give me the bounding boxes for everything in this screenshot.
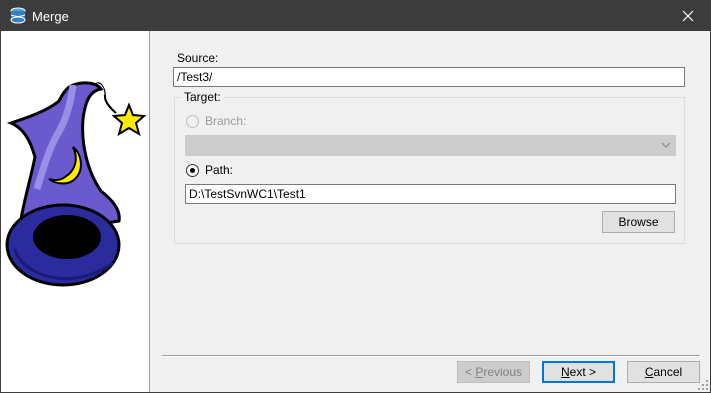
source-field[interactable]: /Test3/ [173, 67, 685, 87]
chevron-down-icon [661, 142, 671, 148]
path-label: Path: [205, 163, 234, 177]
next-button[interactable]: Next > [542, 361, 615, 383]
merge-dialog: Merge Source: /Test3/ Target: Branch: Pa… [0, 0, 711, 393]
target-legend: Target: [181, 90, 224, 104]
resize-grip-icon[interactable] [698, 380, 708, 390]
wizard-hat-icon [5, 81, 147, 287]
path-radio[interactable] [186, 164, 199, 177]
branch-combobox[interactable] [185, 135, 676, 156]
tortoisesvn-icon [9, 7, 27, 25]
close-icon [682, 10, 694, 22]
window-title: Merge [32, 9, 69, 24]
path-field[interactable]: D:\TestSvnWC1\Test1 [185, 184, 676, 204]
branch-label: Branch: [205, 114, 247, 128]
source-label: Source: [177, 51, 219, 65]
footer-separator [162, 355, 700, 357]
cancel-button[interactable]: Cancel [627, 361, 700, 383]
wizard-image-panel [1, 31, 150, 392]
previous-button[interactable]: < Previous [457, 361, 530, 383]
title-bar[interactable]: Merge [1, 1, 710, 31]
close-button[interactable] [666, 1, 710, 31]
branch-radio[interactable] [186, 115, 199, 128]
browse-button[interactable]: Browse [602, 211, 675, 233]
